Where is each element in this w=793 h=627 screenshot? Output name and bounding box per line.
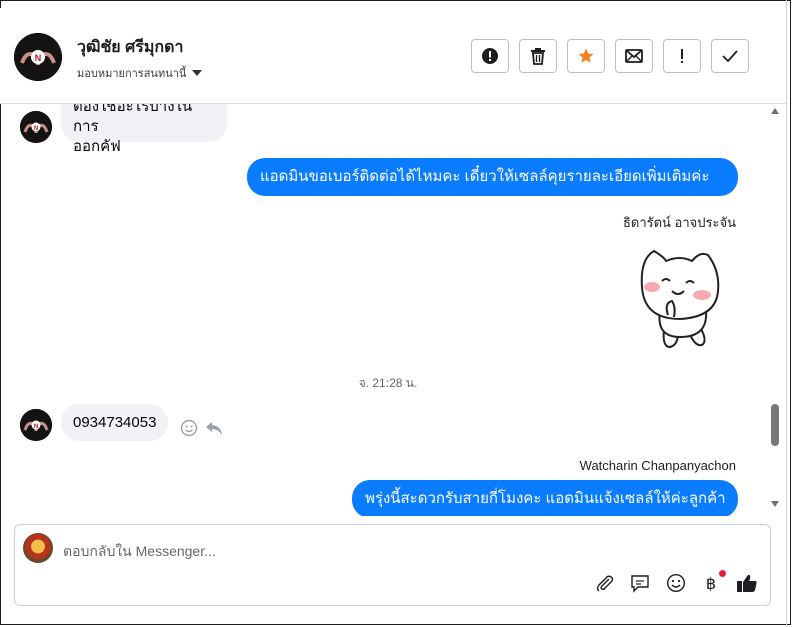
window-edge <box>786 0 791 625</box>
spam-button[interactable] <box>471 39 509 73</box>
message-bubble-outgoing[interactable]: แอดมินขอเบอร์ติดต่อได้ไหมคะ เดี๋ยวให้เซล… <box>247 158 738 196</box>
scroll-thumb[interactable] <box>771 404 779 446</box>
cat-sticker[interactable] <box>634 241 724 353</box>
assign-label: มอบหมายการสนทนานี้ <box>77 68 187 80</box>
sender-name: ธิดารัตน์ อาจประจัน <box>622 215 736 230</box>
svg-text:N: N <box>34 126 38 132</box>
exclamation-icon <box>681 49 683 63</box>
page-avatar <box>23 533 53 563</box>
assign-conversation[interactable]: มอบหมายการสนทนานี้ <box>77 64 203 82</box>
reply-button[interactable] <box>205 419 223 442</box>
scroll-down-arrow-icon[interactable] <box>771 501 779 507</box>
svg-text:N: N <box>34 424 38 430</box>
check-icon <box>722 50 738 62</box>
contact-avatar-small[interactable]: N <box>20 111 52 143</box>
reply-input[interactable]: ตอบกลับใน Messenger... <box>63 541 216 563</box>
contact-name[interactable]: วุฒิชัย ศรีมุกดา <box>77 35 183 60</box>
exclamation-circle-icon <box>482 48 498 64</box>
svg-text:฿: ฿ <box>706 574 716 593</box>
message-text: พรุ่งนี้สะดวกรับสายกี่โมงคะ แอดมินแจ้งเซ… <box>365 490 726 507</box>
envelope-icon <box>625 49 643 63</box>
done-button[interactable] <box>711 39 749 73</box>
saved-reply-icon <box>631 575 649 593</box>
reply-composer: ตอบกลับใน Messenger... ฿ <box>14 524 771 606</box>
contact-avatar[interactable]: N <box>14 33 62 81</box>
message-text: ออกคัฟ <box>73 138 121 155</box>
message-text: 0934734053 <box>73 414 157 431</box>
conversation-header: N วุฒิชัย ศรีมุกดา มอบหมายการสนทนานี้ <box>0 8 786 104</box>
message-text: ต้องใช้อะไรบ้างในการ <box>73 104 193 135</box>
conversation-scrollbar[interactable] <box>768 104 782 516</box>
message-bubble-outgoing[interactable]: พรุ่งนี้สะดวกรับสายกี่โมงคะ แอดมินแจ้งเซ… <box>352 480 738 516</box>
follow-up-button[interactable] <box>663 39 701 73</box>
smiley-icon <box>180 419 198 437</box>
attach-button[interactable] <box>593 571 617 595</box>
mark-unread-button[interactable] <box>615 39 653 73</box>
like-button[interactable] <box>735 571 759 595</box>
conversation-thread: N ต้องใช้อะไรบ้างในการ ออกคัฟ แอดมินขอเบ… <box>0 104 768 516</box>
trash-icon <box>531 48 545 65</box>
star-button[interactable] <box>567 39 605 73</box>
payment-icon: ฿ <box>706 574 716 593</box>
emoji-icon <box>666 573 686 593</box>
saved-reply-button[interactable] <box>628 571 652 595</box>
chevron-down-icon <box>192 70 203 76</box>
reply-icon <box>206 422 222 435</box>
attach-icon <box>596 575 614 592</box>
contact-avatar-small[interactable]: N <box>20 409 52 441</box>
delete-button[interactable] <box>519 39 557 73</box>
react-button[interactable] <box>180 419 198 442</box>
notification-dot <box>719 570 726 577</box>
message-bubble-incoming[interactable]: 0934734053 <box>61 404 169 441</box>
message-text: แอดมินขอเบอร์ติดต่อได้ไหมคะ เดี๋ยวให้เซล… <box>260 168 710 185</box>
timestamp-divider: จ. 21:28 น. <box>358 376 418 390</box>
scroll-up-arrow-icon[interactable] <box>771 108 779 114</box>
like-icon <box>737 574 757 592</box>
message-bubble-incoming[interactable]: ต้องใช้อะไรบ้างในการ ออกคัฟ <box>61 104 227 155</box>
svg-text:N: N <box>35 53 42 63</box>
emoji-button[interactable] <box>664 571 688 595</box>
sender-name: Watcharin Chanpanyachon <box>579 458 736 473</box>
star-icon <box>578 48 594 63</box>
